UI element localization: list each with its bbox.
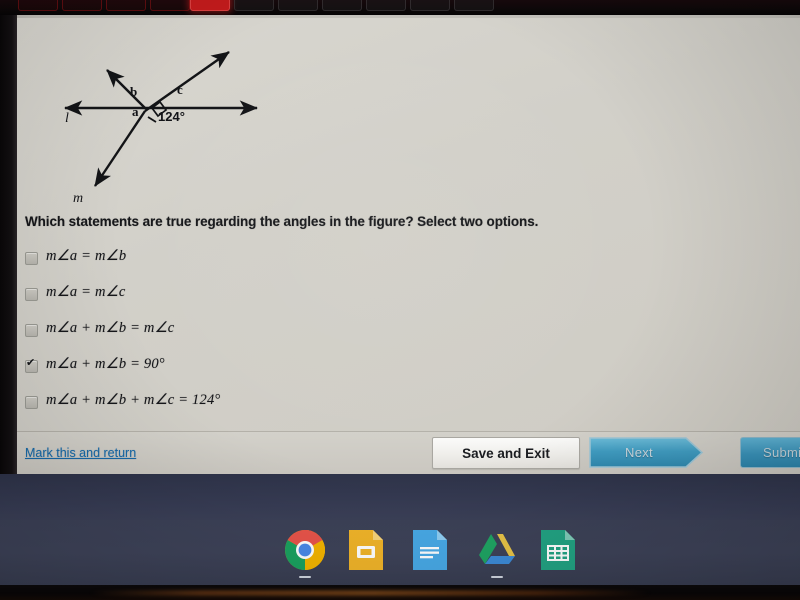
google-drive-icon[interactable] [475, 528, 519, 578]
laptop-keyboard-strip [0, 0, 800, 15]
checkbox-option-4[interactable] [25, 357, 38, 373]
question-emphasis: two [459, 214, 483, 229]
label-angle-124: 124° [158, 109, 185, 124]
google-slides-icon[interactable] [347, 528, 391, 574]
google-docs-icon[interactable] [411, 528, 455, 574]
chrome-icon[interactable] [283, 528, 327, 578]
question-text: Which statements are true regarding the … [25, 214, 645, 229]
chromeos-shelf [0, 520, 800, 585]
keyboard-key [278, 0, 318, 11]
label-line-m: m [73, 191, 83, 206]
submit-button[interactable]: Submit [740, 437, 800, 468]
app-running-indicator [491, 576, 503, 578]
google-sheets-icon[interactable] [539, 528, 583, 574]
line-m-upper-ray [144, 51, 230, 112]
keyboard-key [234, 0, 274, 11]
option-row[interactable]: m∠a + m∠b = m∠c [25, 320, 625, 357]
label-b: b [130, 84, 137, 99]
screen-bezel [0, 15, 17, 474]
answer-options-list: m∠a = m∠b m∠a = m∠c m∠a + m∠b = m∠c m∠a … [25, 248, 625, 429]
keyboard-key [62, 0, 102, 11]
laptop-photo: a b c l m 124° Which statements are true… [0, 0, 800, 600]
angle-diagram-svg: a b c l m 124° [64, 51, 258, 206]
option-row[interactable]: m∠a = m∠c [25, 284, 625, 321]
angle-124-tick [147, 116, 157, 123]
option-label-2: m∠a = m∠c [46, 284, 126, 300]
desktop-wallpaper [0, 474, 800, 520]
geometry-figure: a b c l m 124° [17, 18, 517, 213]
keyboard-key [454, 0, 494, 11]
option-label-4: m∠a + m∠b = 90° [46, 356, 165, 372]
shelf-icon-list [283, 528, 583, 578]
upper-left-ray [106, 69, 146, 109]
option-row[interactable]: m∠a + m∠b = 90° [25, 356, 625, 393]
chromeos-desktop [0, 474, 800, 600]
keyboard-key [410, 0, 450, 11]
quiz-page: a b c l m 124° Which statements are true… [17, 18, 800, 474]
question-suffix: options. [482, 214, 539, 229]
checkbox-option-2[interactable] [25, 288, 38, 301]
keyboard-key-lit [190, 0, 230, 11]
app-running-indicator [299, 576, 311, 578]
label-a: a [132, 104, 139, 119]
question-prefix: Which statements are true regarding the … [25, 214, 460, 229]
save-and-exit-button[interactable]: Save and Exit [432, 437, 580, 469]
option-label-1: m∠a = m∠b [46, 248, 127, 264]
option-row[interactable]: m∠a + m∠b + m∠c = 124° [25, 392, 625, 429]
next-button[interactable]: Next [589, 437, 704, 468]
reflection-glow [90, 591, 650, 595]
keyboard-key [150, 0, 190, 11]
label-c: c [177, 82, 183, 97]
keyboard-key [366, 0, 406, 11]
checkbox-option-3[interactable] [25, 324, 38, 337]
laptop-screen: a b c l m 124° Which statements are true… [17, 15, 800, 474]
option-row[interactable]: m∠a = m∠b [25, 248, 625, 285]
next-button-label: Next [625, 445, 653, 460]
option-label-3: m∠a + m∠b = m∠c [46, 320, 175, 336]
keyboard-key [322, 0, 362, 11]
line-m-lower-ray [94, 110, 146, 187]
label-line-l: l [65, 111, 69, 126]
mark-this-and-return-link[interactable]: Mark this and return [25, 446, 136, 460]
checkbox-option-1[interactable] [25, 252, 38, 265]
action-bar: Mark this and return Save and Exit Next … [17, 432, 800, 474]
checkbox-option-5[interactable] [25, 396, 38, 409]
option-label-5: m∠a + m∠b + m∠c = 124° [46, 392, 221, 408]
keyboard-key [18, 0, 58, 11]
keyboard-key [106, 0, 146, 11]
